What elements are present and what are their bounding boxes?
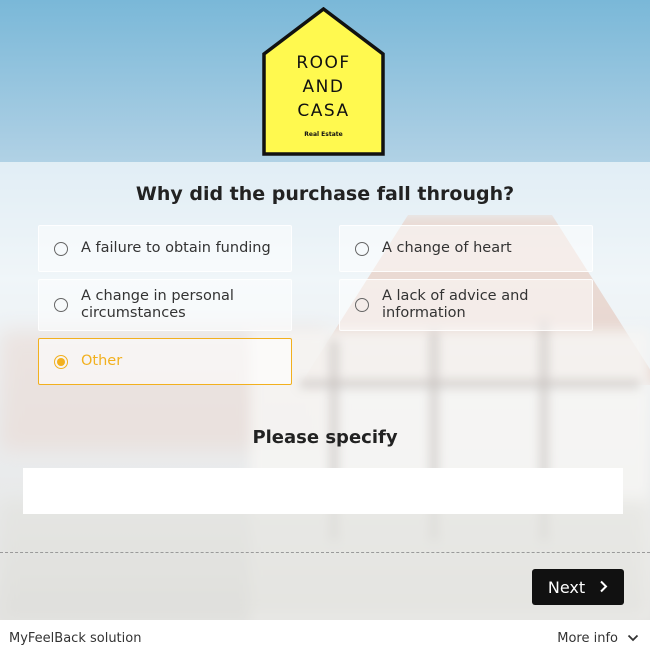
logo-line-2: AND	[302, 77, 345, 97]
chevron-down-icon	[627, 631, 639, 646]
radio-button[interactable]	[54, 298, 68, 312]
radio-button[interactable]	[54, 241, 68, 256]
logo-line-1: ROOF	[296, 53, 351, 73]
roof-and-casa-logo: ROOF AND CASA Real Estate	[262, 7, 385, 156]
radio-button[interactable]	[355, 241, 369, 256]
option-failure-to-obtain-funding[interactable]: A failure to obtain funding	[38, 225, 292, 272]
option-lack-of-advice[interactable]: A lack of advice and information	[339, 279, 593, 331]
radio-dot	[57, 357, 65, 366]
option-other[interactable]: Other	[38, 338, 292, 385]
more-info-label: More info	[557, 631, 618, 646]
option-label: A lack of advice and information	[382, 288, 529, 321]
option-label: A change of heart	[382, 240, 512, 256]
dashed-divider	[0, 552, 650, 553]
specify-text-field[interactable]	[23, 468, 623, 514]
next-button[interactable]: Next	[532, 569, 624, 605]
logo-line-3: CASA	[297, 101, 350, 121]
radio-button-selected[interactable]	[54, 354, 68, 369]
specify-heading: Please specify	[252, 427, 398, 448]
next-label: Next	[547, 577, 586, 597]
option-label: Other	[81, 353, 123, 369]
option-label: A failure to obtain funding	[81, 240, 271, 256]
option-change-in-personal-circumstances[interactable]: A change in personal circumstances	[38, 279, 292, 331]
option-change-of-heart[interactable]: A change of heart	[339, 225, 593, 272]
radio-button[interactable]	[355, 298, 369, 312]
chevron-right-icon	[599, 578, 608, 597]
more-info-toggle[interactable]: More info	[557, 631, 639, 646]
logo-tagline: Real Estate	[304, 131, 343, 138]
footer-brand: MyFeelBack solution	[9, 631, 142, 646]
question-title: Why did the purchase fall through?	[135, 183, 515, 205]
footer: MyFeelBack solution More info	[0, 620, 650, 657]
option-label: A change in personal circumstances	[81, 288, 234, 321]
